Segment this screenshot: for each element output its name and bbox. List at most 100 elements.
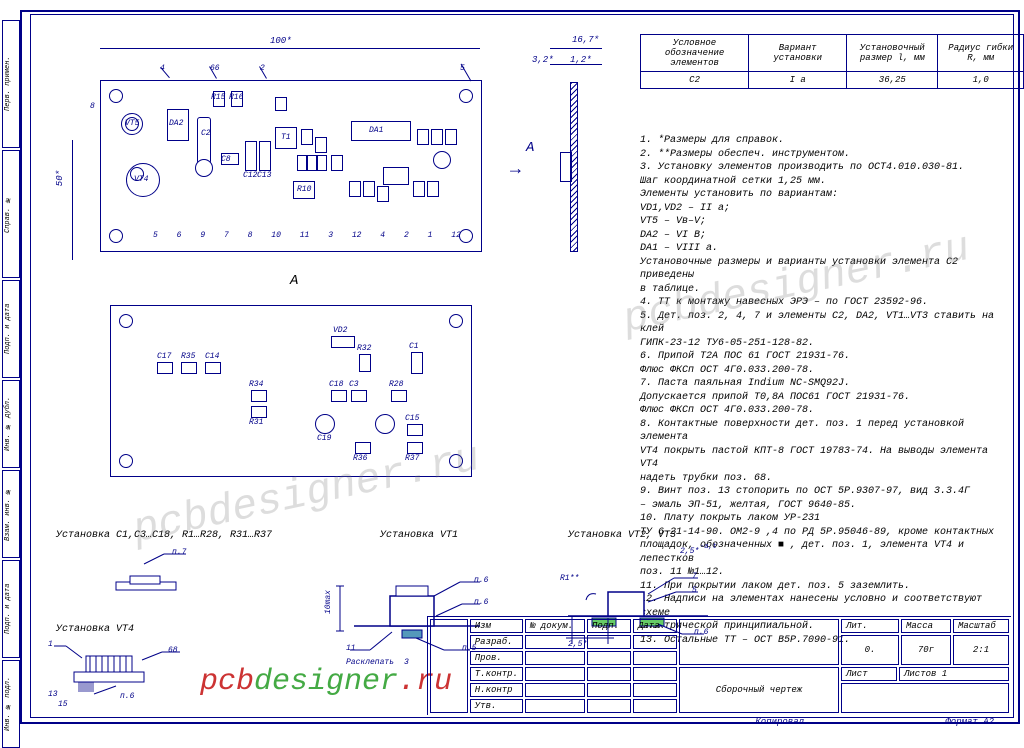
note-line: 8. Контактные поверхности дет. поз. 1 пе… [640, 418, 1000, 445]
th: Радиус гибки R, мм [938, 35, 1024, 72]
tb-col: Дата [633, 619, 677, 633]
comp [259, 141, 271, 171]
ref: C14 [205, 352, 219, 361]
pad-num: 11 [300, 231, 310, 245]
note-line: Флюс ФКСп ОСТ 4Г0.033.200-78. [640, 404, 1000, 418]
dim: -a,t [700, 543, 717, 551]
tb-row: Т.контр. [470, 667, 523, 681]
pad-num: 8 [248, 231, 253, 245]
comp [427, 181, 439, 197]
td: C2 [641, 72, 749, 89]
ref: R32 [357, 344, 371, 353]
note-line: DA2 – VI B; [640, 229, 1000, 243]
ref: C2 [201, 129, 211, 138]
section-label: А [290, 273, 298, 289]
comp [181, 362, 197, 374]
note-line: 5. Дет. поз. 2, 4, 7 и элементы C2, DA2,… [640, 310, 1000, 337]
note-line: 10. Плату покрыть лаком УР-231 [640, 512, 1000, 526]
note-ref: 3 [404, 658, 409, 667]
comp [411, 352, 423, 374]
dim: 16,7* [572, 35, 599, 45]
comp [413, 181, 425, 197]
note-line: ГИПК-23-12 ТУ6-05-251-128-82. [640, 337, 1000, 351]
side-tab: Подп. и дата [2, 560, 20, 658]
ref: C17 [157, 352, 171, 361]
note-ref: п.6 [474, 598, 488, 607]
mounting-hole [109, 229, 123, 243]
td: 36,25 [847, 72, 938, 89]
tb-col: № докум. [525, 619, 585, 633]
comp [251, 390, 267, 402]
dim-height: 50* [55, 170, 65, 186]
note-line: VD1,VD2 – II a; [640, 202, 1000, 216]
pad-num: 4 [380, 231, 385, 245]
note-line: ТУ 6-21-14-90. ОМ2-9 ,4 по РД 5Р.95046-8… [640, 526, 1000, 540]
comp [433, 151, 451, 169]
note-ref: 13 [48, 690, 58, 699]
comp [157, 362, 173, 374]
tb-row: Утв. [470, 699, 523, 713]
th: Вариант установки [749, 35, 847, 72]
ref: C18 [329, 380, 343, 389]
comp [331, 336, 355, 348]
section-arrow: → [510, 160, 521, 180]
mounting-hole [459, 89, 473, 103]
side-tab: Инв. № подл. [2, 660, 20, 748]
comp [431, 129, 443, 145]
comp [349, 181, 361, 197]
pad-num: 2 [404, 231, 409, 245]
note-ref: 11 [346, 644, 356, 653]
dim: 2,5* [680, 547, 699, 556]
detail-smd [86, 548, 196, 608]
note-line: 2. **Размеры обеспеч. инструментом. [640, 148, 1000, 162]
comp [197, 117, 211, 164]
comp [195, 159, 213, 177]
tb-sheet: Лист [841, 667, 897, 681]
note-ref: п.7 [172, 548, 186, 557]
detail-vt4 [46, 636, 186, 706]
mounting-hole [449, 454, 463, 468]
tb-sheets: Листов 1 [899, 667, 1009, 681]
mounting-hole [109, 89, 123, 103]
ref: VT4 [134, 175, 148, 184]
comp [383, 167, 409, 185]
side-tab: Справ. № [2, 150, 20, 278]
comp [245, 141, 257, 171]
tb-row: Пров. [470, 651, 523, 665]
ref: R37 [405, 454, 419, 463]
detail-caption: Установка VT4 [56, 624, 134, 635]
dim-line [550, 64, 602, 65]
ref: R15 [211, 93, 225, 102]
tb-col: Подп. [587, 619, 631, 633]
side-tab: Подп. и дата [2, 280, 20, 378]
note-ref: 5 [692, 586, 697, 595]
mounting-hole [449, 314, 463, 328]
side-tab: Инв. № дубл. [2, 380, 20, 468]
th: Установочный размер l, мм [847, 35, 938, 72]
ref: C12 [243, 171, 257, 180]
ref: T1 [281, 133, 291, 142]
note-line: Шаг координатной сетки 1,25 мм. [640, 175, 1000, 189]
note-line: 4. ТТ к монтажу навесных ЭРЭ – по ГОСТ 2… [640, 296, 1000, 310]
note-line: 9. Винт поз. 13 стопорить по ОСТ 5Р.9307… [640, 485, 1000, 499]
dim-width: 100* [270, 36, 292, 46]
ref: VT5 [125, 119, 139, 128]
pad-num: 7 [224, 231, 229, 245]
comp [355, 442, 371, 454]
tb-scale: Масштаб [953, 619, 1009, 633]
tb-col: Изм [470, 619, 523, 633]
comp [275, 97, 287, 111]
tb-mass-val: 70г [901, 635, 951, 665]
format-label: Формат А2 [945, 717, 994, 727]
note-line: – эмаль ЭП-51, желтая, ГОСТ 9640-85. [640, 499, 1000, 513]
comp [407, 424, 423, 436]
ref: R31 [249, 418, 263, 427]
ref: R10 [297, 185, 311, 194]
detail-label: Расклепать [346, 658, 394, 667]
note-ref: 7 [692, 572, 697, 581]
dim: R1** [560, 574, 579, 583]
dim-line [100, 48, 480, 49]
ref: R35 [181, 352, 195, 361]
pad-num: 3 [328, 231, 333, 245]
note-line: Установочные размеры и варианты установк… [640, 256, 1000, 283]
